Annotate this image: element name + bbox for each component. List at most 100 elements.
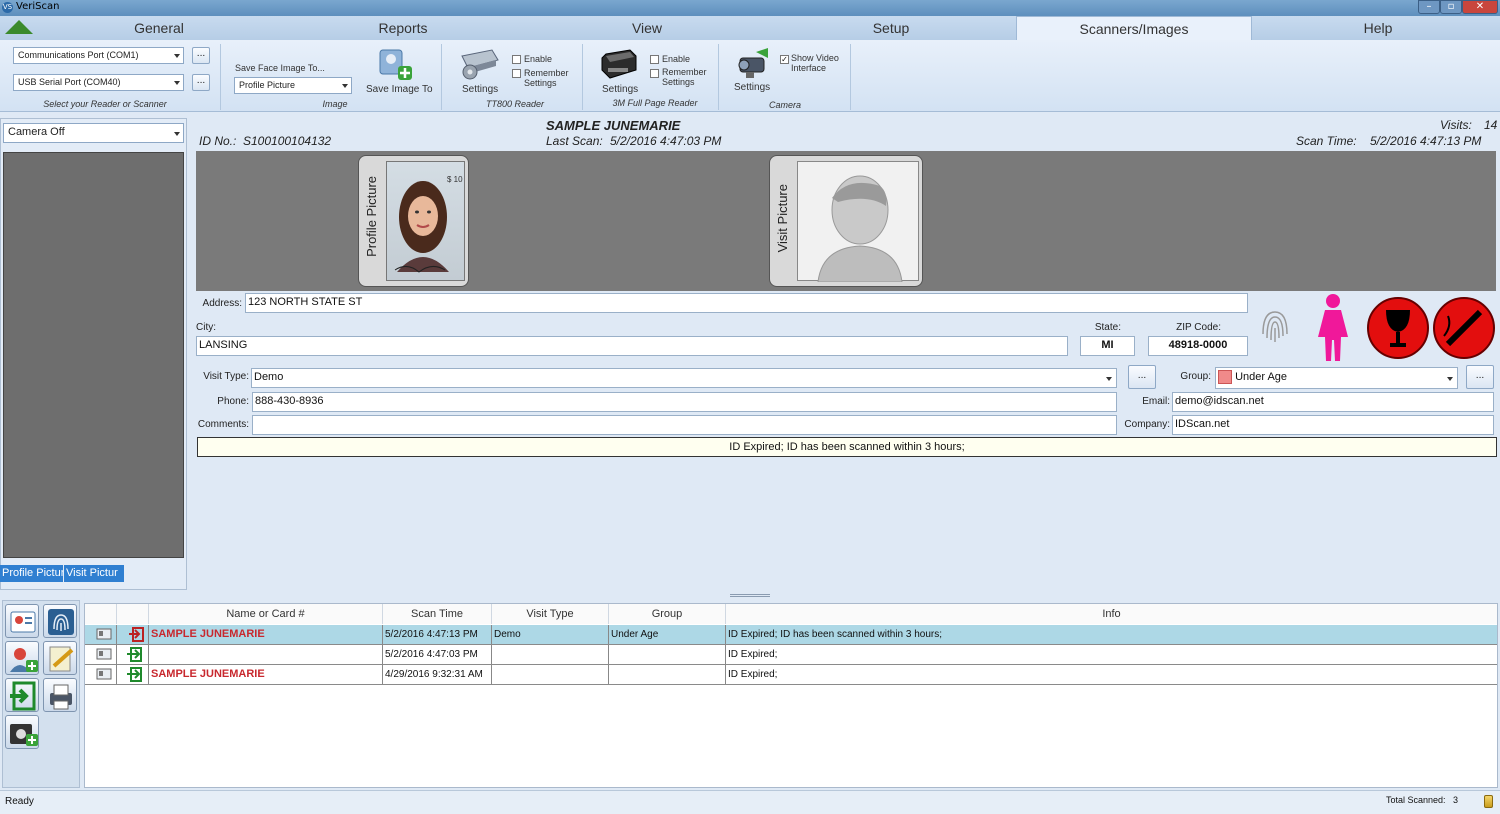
table-row[interactable]: SAMPLE JUNEMARIE 5/2/2016 4:47:13 PM Dem… — [85, 625, 1497, 645]
company-field[interactable]: IDScan.net — [1172, 415, 1494, 435]
tab-visit-picture[interactable]: Visit Pictur — [64, 565, 124, 582]
check-in-button[interactable] — [5, 678, 39, 712]
company-label: Company: — [1124, 419, 1170, 430]
ribbon-separator — [582, 44, 583, 110]
camera-settings-button[interactable]: Settings — [734, 82, 770, 93]
last-scan-label: Last Scan: — [546, 134, 603, 148]
visit-type-browse-button[interactable]: ... — [1128, 365, 1156, 389]
fingerprint-icon[interactable] — [1259, 306, 1291, 348]
row-name — [149, 645, 383, 664]
tt800-scanner-icon[interactable] — [458, 46, 500, 82]
phone-field[interactable]: 888-430-8936 — [252, 392, 1117, 412]
3m-enable-checkbox[interactable] — [650, 55, 659, 64]
visit-type-select[interactable]: Demo — [251, 368, 1117, 388]
ribbon-tabs: General Reports View Setup Scanners/Imag… — [0, 16, 1500, 40]
id-card-button[interactable] — [5, 604, 39, 638]
reader-port-1-browse-button[interactable]: ... — [192, 47, 210, 64]
profile-picture-frame[interactable]: Profile Picture $ 10 — [358, 155, 469, 287]
row-info: ID Expired; — [728, 669, 778, 680]
tab-profile-picture[interactable]: Profile Pictur — [0, 565, 63, 582]
table-row[interactable]: SAMPLE JUNEMARIE 4/29/2016 9:32:31 AM ID… — [85, 665, 1497, 685]
grid-header-info[interactable]: Info — [726, 604, 1497, 624]
group-select[interactable]: Under Age — [1215, 367, 1458, 389]
splitter-handle[interactable] — [730, 594, 770, 597]
collapse-ribbon-icon[interactable] — [5, 20, 33, 34]
maximize-button[interactable]: ▫ — [1440, 0, 1462, 14]
add-person-button[interactable] — [5, 641, 39, 675]
person-silhouette-icon — [817, 175, 903, 283]
scan-time-value: 5/2/2016 4:47:13 PM — [1370, 134, 1482, 148]
photo-capture-icon — [10, 724, 38, 746]
tab-view[interactable]: View — [528, 16, 766, 40]
grid-header-visit-type[interactable]: Visit Type — [492, 604, 609, 624]
3m-settings-button[interactable]: Settings — [602, 84, 638, 95]
comments-label: Comments: — [197, 419, 249, 430]
alert-banner: ID Expired; ID has been scanned within 3… — [197, 437, 1497, 457]
total-scanned-value: 3 — [1453, 795, 1459, 805]
tt800-settings-button[interactable]: Settings — [462, 84, 498, 95]
camera-icon[interactable] — [732, 46, 772, 82]
grid-header-group[interactable]: Group — [609, 604, 726, 624]
female-icon — [1314, 293, 1352, 363]
reader-port-2-browse-button[interactable]: ... — [192, 74, 210, 91]
show-video-checkbox[interactable]: ✓ — [780, 55, 789, 64]
visit-picture-frame[interactable]: Visit Picture — [769, 155, 923, 287]
save-face-image-label: Save Face Image To... — [235, 63, 325, 73]
id-card-icon — [10, 611, 36, 633]
check-in-icon — [10, 681, 36, 711]
id-no-label: ID No.: — [199, 134, 237, 148]
grid-header-name[interactable]: Name or Card # — [149, 604, 383, 624]
tab-general[interactable]: General — [40, 16, 278, 40]
show-video-label: Show Video Interface — [791, 53, 839, 73]
camera-select[interactable]: Camera Off — [3, 123, 184, 143]
zip-field[interactable]: 48918-0000 — [1148, 336, 1248, 356]
tt800-remember-label: Remember Settings — [524, 68, 569, 88]
id-no-value: S100100104132 — [243, 134, 332, 148]
reader-port-1-value: Communications Port (COM1) — [18, 50, 139, 60]
tab-setup[interactable]: Setup — [772, 16, 1010, 40]
tab-help[interactable]: Help — [1258, 16, 1498, 40]
visit-type-value: Demo — [254, 371, 284, 383]
edit-notes-button[interactable] — [43, 641, 77, 675]
tt800-remember-checkbox[interactable] — [512, 69, 521, 78]
minimize-button[interactable]: – — [1418, 0, 1440, 14]
email-label: Email: — [1142, 396, 1170, 407]
reader-port-select-2[interactable]: USB Serial Port (COM40) — [13, 74, 184, 91]
tab-scanners-images[interactable]: Scanners/Images — [1016, 16, 1252, 40]
3m-enable-label: Enable — [662, 54, 691, 64]
grid-header-scan-time[interactable]: Scan Time — [383, 604, 492, 624]
address-label: Address: — [202, 298, 242, 309]
reader-port-select-1[interactable]: Communications Port (COM1) — [13, 47, 184, 64]
group-browse-button[interactable]: ... — [1466, 365, 1494, 389]
add-person-icon — [10, 648, 38, 672]
ribbon-separator — [441, 44, 442, 110]
row-visit-type: Demo — [492, 625, 609, 644]
3m-remember-checkbox[interactable] — [650, 69, 659, 78]
enter-green-icon — [117, 665, 149, 684]
print-button[interactable] — [43, 678, 77, 712]
table-row[interactable]: 5/2/2016 4:47:03 PM ID Expired; — [85, 645, 1497, 665]
window-title: VeriScan — [16, 1, 60, 12]
email-field[interactable]: demo@idscan.net — [1172, 392, 1494, 412]
chevron-down-icon — [174, 132, 180, 136]
camera-group-label: Camera — [768, 100, 801, 110]
row-card-icon — [85, 645, 117, 664]
save-image-to-icon[interactable] — [378, 46, 414, 82]
save-face-image-select[interactable]: Profile Picture — [234, 77, 352, 94]
address-field[interactable]: 123 NORTH STATE ST — [245, 293, 1248, 313]
tt800-enable-checkbox[interactable] — [512, 55, 521, 64]
3m-reader-icon[interactable] — [600, 46, 638, 82]
city-field[interactable]: LANSING — [196, 336, 1068, 356]
exit-red-icon — [117, 625, 149, 644]
photo-capture-button[interactable] — [5, 715, 39, 749]
comments-field[interactable] — [252, 415, 1117, 435]
close-button[interactable]: ✕ — [1462, 0, 1498, 14]
group-value: Under Age — [1235, 371, 1288, 383]
tt800-enable-label: Enable — [524, 54, 553, 64]
save-image-to-button[interactable]: Save Image To — [366, 84, 433, 95]
row-name: SAMPLE JUNEMARIE — [149, 625, 383, 644]
state-field[interactable]: MI — [1080, 336, 1135, 356]
tab-reports[interactable]: Reports — [284, 16, 522, 40]
tt800-group-label: TT800 Reader — [485, 99, 545, 109]
fingerprint-scan-button[interactable] — [43, 604, 77, 638]
